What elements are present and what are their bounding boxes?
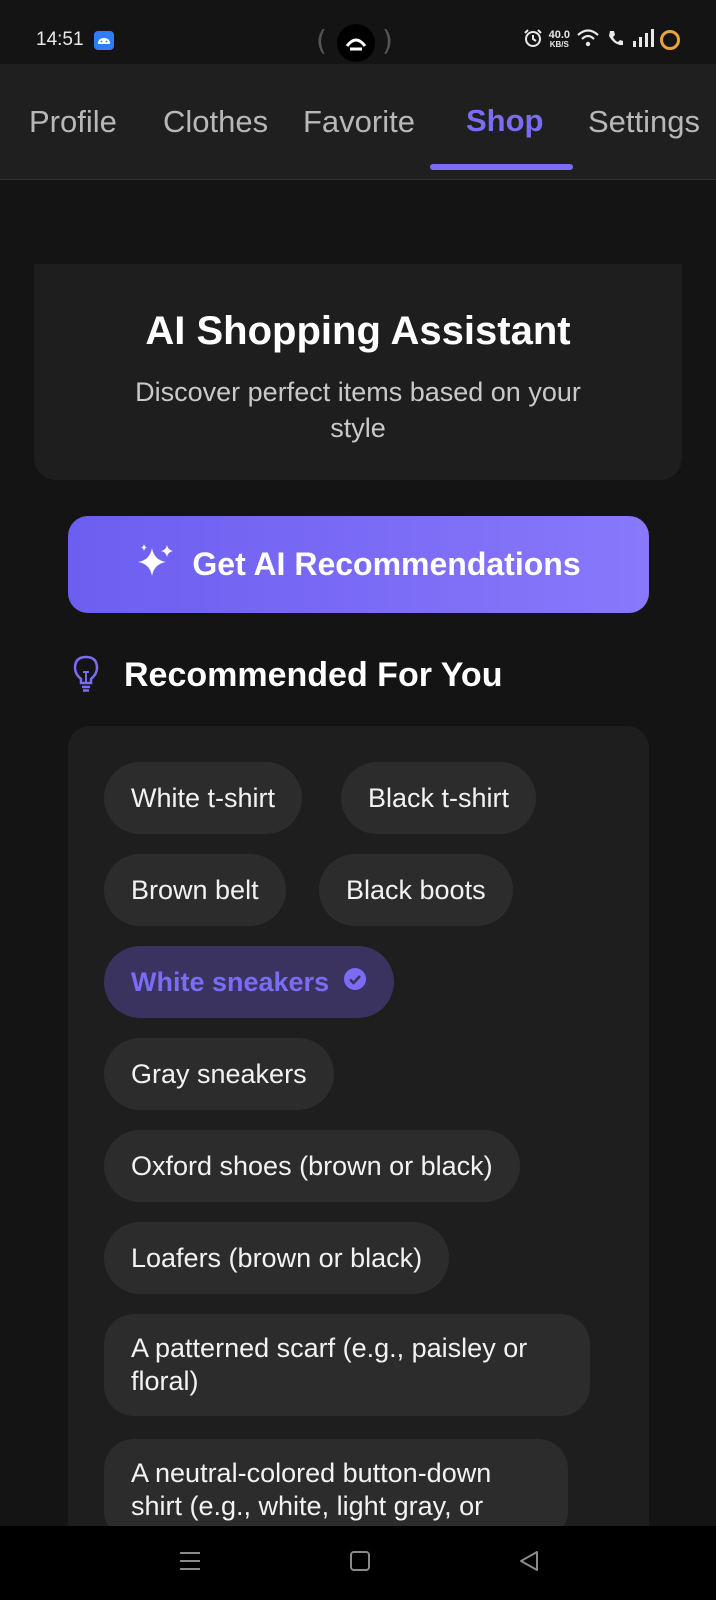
chip-label: White sneakers [131,967,330,997]
camera-cutout: ( ) [316,24,396,62]
battery-ring-icon [660,30,680,50]
net-speed-unit: KB/S [549,40,569,49]
alarm-icon [523,28,543,53]
recommendation-chip-brown-belt[interactable]: Brown belt [104,854,286,926]
tab-bar: Profile Clothes Favorite Shop Settings [0,64,716,180]
status-time: 14:51 [36,29,84,50]
tab-profile[interactable]: Profile [29,104,117,140]
page-subtitle: Discover perfect items based on your sty… [135,377,581,443]
back-triangle-icon[interactable] [518,1550,540,1577]
recommendation-chip-patterned-scarf[interactable]: A patterned scarf (e.g., paisley or flor… [104,1314,590,1416]
camera-dot [337,24,375,62]
recommendation-chip-oxford-shoes[interactable]: Oxford shoes (brown or black) [104,1130,520,1202]
tab-clothes[interactable]: Clothes [163,104,268,140]
recommendation-chip-loafers[interactable]: Loafers (brown or black) [104,1222,450,1294]
recommendation-chip-black-t-shirt[interactable]: Black t-shirt [341,762,537,834]
android-app-icon [94,31,114,50]
home-square-icon[interactable] [349,1550,371,1577]
recommendation-chip-white-t-shirt[interactable]: White t-shirt [104,762,303,834]
recommendation-chip-black-boots[interactable]: Black boots [319,854,513,926]
recommended-section-heading: Recommended For You [72,654,502,696]
status-icons: 40.0 KB/S [523,27,680,53]
cutout-bracket-left: ( [316,24,327,57]
section-title: Recommended For You [124,655,503,694]
cutout-bracket-right: ) [382,24,393,57]
get-ai-recommendations-button[interactable]: Get AI Recommendations [68,516,649,613]
signal-icon [632,28,654,52]
check-circle-icon [343,946,367,1018]
status-bar: 14:51 ( ) 40.0 KB/S [0,0,716,64]
system-nav-bar [0,1526,716,1600]
ai-button-label: Get AI Recommendations [192,546,581,582]
active-tab-indicator [430,164,573,170]
sparkles-icon [136,542,176,587]
menu-icon[interactable] [178,1550,202,1577]
assistant-header-card: AI Shopping Assistant Discover perfect i… [34,264,682,480]
wifi-call-icon [606,28,626,53]
wifi-icon [576,28,600,53]
tab-shop[interactable]: Shop [466,103,544,139]
tab-settings[interactable]: Settings [588,104,700,140]
net-speed: 40.0 KB/S [549,30,570,50]
page-title: AI Shopping Assistant [145,309,571,353]
recommendations-panel: White t-shirt Black t-shirt Brown belt B… [68,726,649,1600]
recommendation-chip-gray-sneakers[interactable]: Gray sneakers [104,1038,334,1110]
recommendation-chip-white-sneakers[interactable]: White sneakers [104,946,395,1018]
lightbulb-icon [72,654,100,697]
tab-favorite[interactable]: Favorite [303,104,415,140]
